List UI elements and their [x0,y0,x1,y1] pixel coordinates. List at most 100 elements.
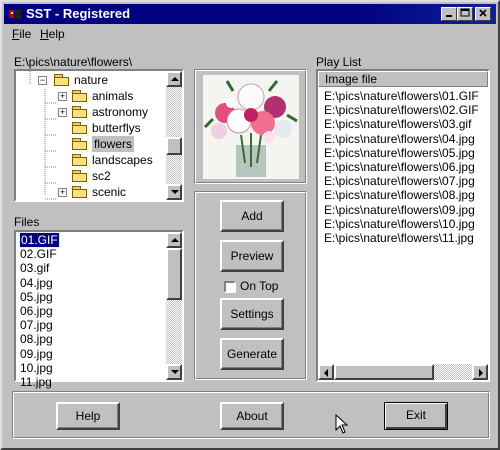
folder-icon [72,122,88,134]
folder-icon [72,106,88,118]
on-top-checkbox[interactable] [224,281,236,293]
file-list-item[interactable]: 09.jpg [20,347,53,361]
folder-icon [72,154,88,166]
collapse-icon[interactable]: − [38,76,47,85]
settings-button[interactable]: Settings [220,298,284,330]
playlist-item[interactable]: E:\pics\nature\flowers\10.jpg [324,217,475,231]
arrow-up-icon [171,238,179,242]
file-list-item[interactable]: 02.GIF [20,247,57,261]
folder-icon [72,90,88,102]
expand-icon[interactable]: + [58,92,67,101]
app-icon [9,9,21,19]
footer-panel: Help About Exit [12,391,490,439]
column-header-image-file[interactable]: Image file [318,71,488,87]
file-list-item[interactable]: 03.gif [20,261,49,275]
file-list-item[interactable]: 06.jpg [20,304,53,318]
playlist-item[interactable]: E:\pics\nature\flowers\09.jpg [324,203,475,217]
file-name: 10.jpg [20,360,53,375]
minimize-button[interactable] [441,7,457,21]
tree-item-label: nature [74,73,109,87]
scroll-up-button[interactable] [166,71,182,87]
scroll-thumb[interactable] [166,248,182,300]
menu-help-accel: H [40,27,49,41]
about-button[interactable]: About [220,402,284,430]
file-name: 05.jpg [20,289,53,304]
file-list-item[interactable]: 08.jpg [20,332,53,346]
folder-icon [72,186,88,198]
playlist-item[interactable]: E:\pics\nature\flowers\07.jpg [324,174,475,188]
file-list-item[interactable]: 11.jpg [20,375,52,389]
playlist-item[interactable]: E:\pics\nature\flowers\06.jpg [324,160,475,174]
tree-lines [29,71,56,200]
tree-item-label: sc2 [92,169,111,183]
file-name: 07.jpg [20,318,53,333]
exit-button-label: Exit [405,408,426,422]
exit-button[interactable]: Exit [384,402,448,430]
file-list-item[interactable]: 10.jpg [20,361,53,375]
help-button[interactable]: Help [56,402,120,430]
tree-item-label: animals [92,89,134,103]
menu-help[interactable]: Help [40,27,65,41]
playlist-item[interactable]: E:\pics\nature\flowers\04.jpg [324,132,475,146]
settings-button-label: Settings [230,307,274,321]
preview-button[interactable]: Preview [220,240,284,272]
files-scrollbar[interactable] [166,232,182,380]
scroll-down-button[interactable] [166,184,182,200]
folder-tree[interactable]: − nature + animals + astronomy butterfly… [14,69,184,202]
playlist-item[interactable]: E:\pics\nature\flowers\01.GIF [324,89,479,103]
menu-help-rest: elp [48,27,65,41]
file-name: 03.gif [20,261,50,276]
tree-item-label: astronomy [92,105,149,119]
arrow-down-icon [171,190,179,194]
help-button-label: Help [75,409,101,423]
playlist[interactable]: Image file E:\pics\nature\flowers\01.GIF… [316,69,490,382]
title-bar[interactable]: SST - Registered [4,4,496,24]
close-button[interactable] [475,7,491,21]
arrow-right-icon [479,369,483,377]
playlist-hscrollbar[interactable] [318,364,488,380]
scroll-down-button[interactable] [166,364,182,380]
playlist-item[interactable]: E:\pics\nature\flowers\11.jpg [324,231,474,245]
menu-file[interactable]: File [12,27,31,41]
scroll-left-button[interactable] [318,364,334,380]
arrow-left-icon [324,369,328,377]
file-name: 09.jpg [20,346,53,361]
file-list-item[interactable]: 04.jpg [20,276,53,290]
controls-group: Add Preview On Top Settings Generate [194,191,307,380]
scroll-up-button[interactable] [166,232,182,248]
playlist-item[interactable]: E:\pics\nature\flowers\08.jpg [324,188,475,202]
expand-icon[interactable]: + [58,188,67,197]
tree-item-label: butterflys [92,121,141,135]
folder-path-label: E:\pics\nature\flowers\ [14,55,133,69]
tree-item-label: scenic [92,185,127,199]
tree-item-label: landscapes [92,153,153,167]
tree-scrollbar[interactable] [166,71,182,200]
file-name: 01.GIF [19,232,60,248]
files-list[interactable]: 01.GIF 02.GIF 03.gif 04.jpg 05.jpg 06.jpg 07.j… [14,230,184,389]
add-button[interactable]: Add [220,200,284,232]
file-list-item[interactable]: 05.jpg [20,290,53,304]
menu-file-rest: ile [19,27,32,41]
mouse-cursor-icon [335,414,349,434]
playlist-label: Play List [316,55,362,69]
generate-button[interactable]: Generate [220,338,284,370]
preview-frame [194,69,307,184]
playlist-item[interactable]: E:\pics\nature\flowers\03.gif [324,117,471,131]
playlist-item[interactable]: E:\pics\nature\flowers\02.GIF [324,103,479,117]
menu-bar: File Help [4,25,496,43]
file-list-item[interactable]: 07.jpg [20,318,53,332]
scroll-thumb[interactable] [334,364,434,380]
scroll-right-button[interactable] [472,364,488,380]
folder-open-icon [54,74,70,86]
file-name: 11.jpg [20,375,52,389]
folder-icon [72,170,88,182]
scroll-thumb[interactable] [166,137,182,155]
file-list-item[interactable]: 01.GIF [19,232,60,248]
playlist-item[interactable]: E:\pics\nature\flowers\05.jpg [324,146,475,160]
app-window: SST - Registered File Help E:\pics\natur… [0,0,500,450]
preview-button-label: Preview [230,249,274,263]
expand-icon[interactable]: + [58,108,67,117]
maximize-button[interactable] [457,7,473,21]
file-name: 04.jpg [20,275,53,290]
close-icon [479,9,487,17]
